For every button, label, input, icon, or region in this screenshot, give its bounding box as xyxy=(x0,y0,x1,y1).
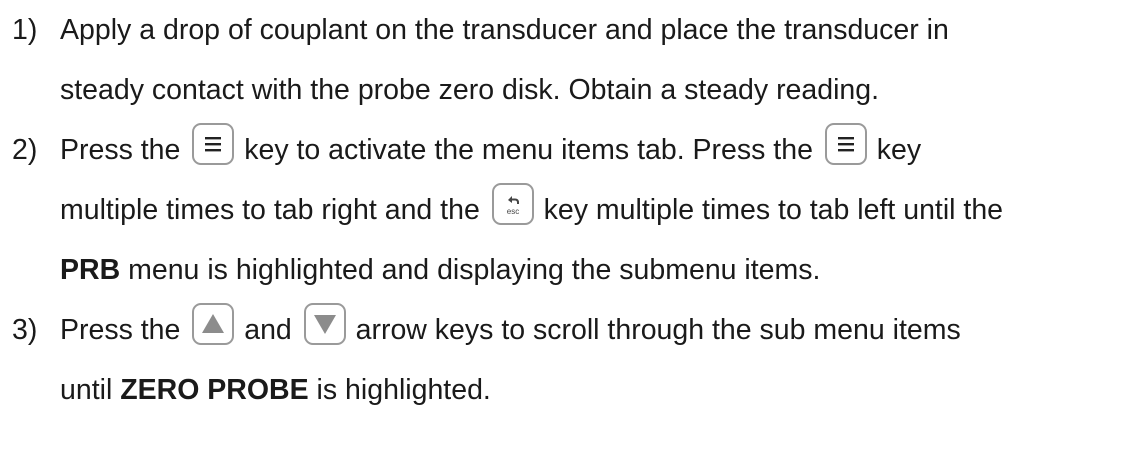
menu-key-icon xyxy=(192,123,235,165)
text-segment: Press the xyxy=(60,314,189,346)
text-segment: and xyxy=(236,314,300,346)
step-3: 3) Press the and arrow keys to scroll th… xyxy=(12,300,1122,420)
esc-label: esc xyxy=(507,207,519,216)
step-text-line: Press the and arrow keys to scroll throu… xyxy=(60,300,1122,360)
step-text-line: Apply a drop of couplant on the transduc… xyxy=(60,14,949,46)
step-number: 3) xyxy=(12,314,38,346)
menu-key-icon xyxy=(824,123,867,165)
text-segment: multiple times to tab right and the xyxy=(60,194,488,226)
step-text-line: Press the key to activate the menu items… xyxy=(60,120,1122,180)
step-1: 1) Apply a drop of couplant on the trans… xyxy=(12,0,1122,120)
down-arrow-key-icon xyxy=(303,303,346,345)
up-arrow-key-icon xyxy=(192,303,235,345)
step-text-line: PRB menu is highlighted and displaying t… xyxy=(60,240,1122,300)
step-text-line: steady contact with the probe zero disk.… xyxy=(60,74,880,106)
step-number: 2) xyxy=(12,134,38,166)
step-text-line: multiple times to tab right and the esc … xyxy=(60,180,1122,240)
menu-item-name: ZERO PROBE xyxy=(120,374,309,406)
text-segment: Press the xyxy=(60,134,189,166)
step-2: 2) Press the key to activate the menu it… xyxy=(12,120,1122,300)
text-segment: key multiple times to tab left until the xyxy=(535,194,1004,226)
text-segment: key xyxy=(868,134,922,166)
menu-name: PRB xyxy=(60,254,121,286)
text-segment: is highlighted. xyxy=(308,374,491,406)
step-number: 1) xyxy=(12,14,38,46)
step-text-line: until ZERO PROBE is highlighted. xyxy=(60,360,1122,420)
esc-key-icon: esc xyxy=(491,183,534,225)
text-segment: until xyxy=(60,374,121,406)
text-segment: menu is highlighted and displaying the s… xyxy=(120,254,821,286)
text-segment: key to activate the menu items tab. Pres… xyxy=(236,134,821,166)
text-segment: arrow keys to scroll through the sub men… xyxy=(347,314,961,346)
